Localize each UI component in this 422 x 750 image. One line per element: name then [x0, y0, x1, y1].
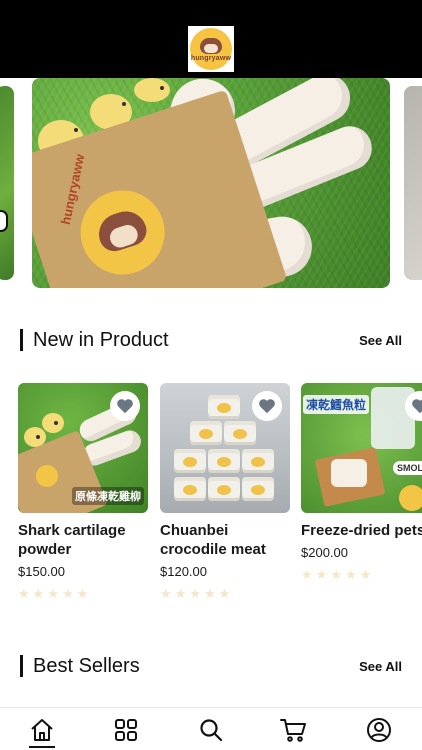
star-icon: ★ — [330, 567, 343, 582]
treat-piece — [331, 459, 367, 487]
product-image[interactable] — [160, 383, 290, 513]
product-card[interactable]: Chuanbei crocodile meat $120.00 ★ ★ ★ ★ ★ — [160, 383, 290, 602]
product-price: $200.00 — [301, 545, 348, 560]
chick-decoration — [42, 413, 64, 433]
brand-logo[interactable]: hungryaww — [188, 26, 234, 72]
product-image[interactable]: 凍乾鱈魚粒 SMOLE — [301, 383, 422, 513]
product-image[interactable]: 原條凍乾雞柳 — [18, 383, 148, 513]
star-icon: ★ — [47, 586, 60, 601]
star-icon: ★ — [315, 567, 329, 582]
carousel-current-slide[interactable]: hungryaww — [32, 78, 390, 288]
nav-cart[interactable] — [278, 715, 308, 745]
best-sellers-header: Best Sellers See All — [20, 653, 402, 679]
see-all-link[interactable]: See All — [359, 333, 402, 348]
logo-text: hungryaww — [190, 55, 232, 62]
star-icon: ★ — [189, 586, 202, 601]
dog-face-icon — [93, 206, 151, 256]
see-all-link[interactable]: See All — [359, 659, 402, 674]
product-card[interactable]: 原條凍乾雞柳 Shark cartilage powder $150.00 ★ ★… — [18, 383, 148, 602]
jar-shape — [242, 449, 274, 473]
home-icon — [31, 719, 53, 741]
nav-profile[interactable] — [364, 715, 394, 745]
image-caption: 凍乾鱈魚粒 — [303, 395, 370, 414]
star-icon: ★ — [301, 567, 314, 582]
bag-label — [36, 465, 58, 487]
image-badge: SMOLE — [393, 461, 422, 475]
jar-shape — [208, 477, 240, 501]
bag-label — [69, 179, 176, 286]
brand-sticker — [399, 485, 422, 511]
product-list[interactable]: 原條凍乾雞柳 Shark cartilage powder $150.00 ★ ★… — [18, 383, 422, 613]
jar-shape — [242, 477, 274, 501]
star-icon: ★ — [218, 586, 232, 601]
product-price: $150.00 — [18, 564, 65, 579]
jar-shape — [174, 477, 206, 501]
search-icon — [200, 719, 223, 742]
star-icon: ★ — [76, 586, 90, 601]
star-icon: ★ — [32, 586, 46, 601]
star-icon: ★ — [203, 586, 217, 601]
star-icon: ★ — [18, 586, 31, 601]
star-icon: ★ — [160, 586, 173, 601]
product-name[interactable]: Chuanbei crocodile meat — [160, 521, 290, 559]
product-price: $120.00 — [160, 564, 207, 579]
carousel-prev-slide[interactable] — [0, 86, 14, 280]
carousel-next-slide[interactable] — [404, 86, 422, 280]
chick-decoration — [134, 78, 170, 102]
jar-shape — [174, 449, 206, 473]
jar-shape — [190, 421, 222, 445]
top-bar: hungryaww — [0, 0, 422, 78]
new-in-product-header: New in Product See All — [20, 327, 402, 353]
jar-shape — [208, 449, 240, 473]
product-name[interactable]: Freeze-dried pets — [301, 521, 422, 540]
rating-stars: ★ ★ ★ ★ ★ — [160, 586, 290, 602]
favorite-button[interactable] — [110, 391, 140, 421]
nav-search[interactable] — [196, 715, 226, 745]
heart-icon — [259, 399, 275, 414]
favorite-button[interactable] — [252, 391, 282, 421]
banner-carousel[interactable]: hungryaww — [0, 78, 422, 290]
cart-icon — [280, 719, 306, 742]
grid-icon — [115, 719, 137, 741]
heart-icon — [412, 399, 422, 414]
nav-home[interactable] — [27, 715, 57, 745]
image-caption: 原條凍乾雞柳 — [72, 487, 144, 505]
heart-icon — [117, 399, 133, 414]
star-icon: ★ — [174, 586, 188, 601]
active-tab-indicator — [29, 746, 55, 748]
rating-stars: ★ ★ ★ ★ ★ — [18, 586, 148, 602]
jar-shape — [208, 395, 240, 419]
profile-icon — [367, 718, 391, 742]
star-icon: ★ — [359, 567, 373, 582]
star-icon: ★ — [61, 586, 75, 601]
section-title: Best Sellers — [20, 655, 140, 677]
nav-categories[interactable] — [111, 715, 141, 745]
dog-face-icon — [200, 38, 222, 54]
carousel-indicator — [0, 210, 8, 232]
product-card[interactable]: 凍乾鱈魚粒 SMOLE Freeze-dried pets $200.00 ★★… — [301, 383, 422, 583]
star-icon: ★ — [344, 567, 358, 582]
logo-badge: hungryaww — [190, 28, 232, 70]
jar-shape — [224, 421, 256, 445]
rating-stars: ★ ★ ★ ★ ★ — [301, 567, 422, 583]
section-title: New in Product — [20, 329, 169, 351]
bottom-nav-bar — [0, 707, 422, 750]
product-name[interactable]: Shark cartilage powder — [18, 521, 148, 559]
